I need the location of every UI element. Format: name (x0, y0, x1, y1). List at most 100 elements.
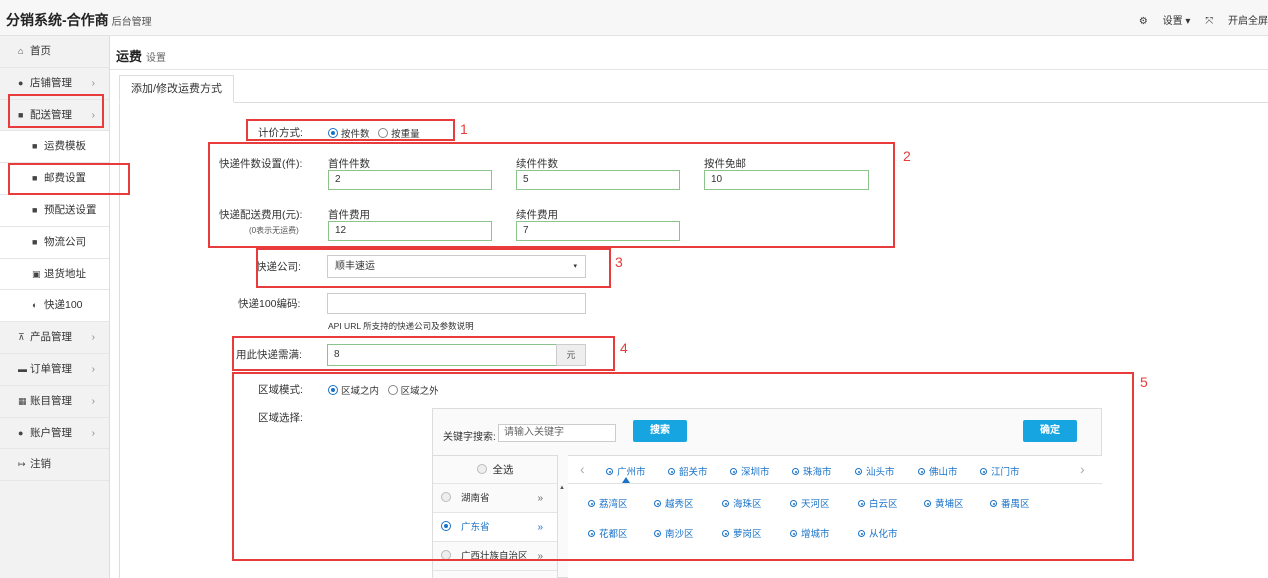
kd100-help-link[interactable]: API URL 所支持的快递公司及参数说明 (328, 320, 474, 332)
cart-icon: ⊼ (18, 332, 25, 343)
city-tab[interactable]: 汕头市 (855, 464, 895, 478)
radio-checked-icon (328, 385, 338, 395)
fullscreen-toggle[interactable]: ⤧ 开启全屏 (1205, 16, 1268, 27)
globe-icon: ◐ (32, 300, 38, 311)
radio-checked-icon (918, 468, 925, 475)
district-option[interactable]: 番禺区 (990, 496, 1030, 510)
sidebar-item-label: 物流公司 (44, 235, 86, 248)
district-option[interactable]: 越秀区 (654, 496, 694, 510)
sidebar-item-shop[interactable]: ● 店铺管理 › (0, 68, 109, 100)
city-tab[interactable]: 深圳市 (730, 464, 770, 478)
province-list: 全选 湖南省 » 广东省 » 广西壮族自治区 » (433, 455, 558, 578)
city-tab[interactable]: 珠海市 (792, 464, 832, 478)
double-chevron-right-icon: » (537, 551, 543, 562)
annotation-number-1: 1 (460, 121, 468, 137)
page-subtitle: 设置 (146, 53, 167, 64)
sidebar-item-accounts[interactable]: ▦ 账目管理 › (0, 386, 109, 418)
city-district-panel: ‹ 广州市 韶关市 深圳市 珠海市 汕头市 佛山市 江门市 › 荔湾区 越秀区 … (568, 455, 1102, 578)
keyword-search-input[interactable]: 请输入关键字 (498, 424, 616, 442)
region-mode-outside[interactable]: 区域之外 (387, 385, 439, 397)
district-option[interactable]: 天河区 (790, 496, 830, 510)
settings-menu[interactable]: ⚙ 设置 ▾ (1139, 16, 1191, 27)
caret-down-icon: ▾ (573, 263, 577, 270)
region-mode-inside[interactable]: 区域之内 (328, 385, 379, 397)
district-option[interactable]: 黄埔区 (924, 496, 964, 510)
sidebar-item-orders[interactable]: ▬ 订单管理 › (0, 354, 109, 386)
district-option[interactable]: 南沙区 (654, 526, 694, 540)
sidebar-item-return-address[interactable]: ▣ 退货地址 (0, 258, 109, 291)
radio-checked-icon (722, 530, 729, 537)
district-name: 白云区 (869, 499, 898, 510)
extra-fee-input[interactable]: 7 (516, 221, 680, 241)
district-option[interactable]: 从化市 (858, 526, 898, 540)
radio-checked-icon (855, 468, 862, 475)
sidebar-item-label: 快递100 (44, 299, 83, 312)
tab-add-edit-freight[interactable]: 添加/修改运费方式 (119, 75, 234, 103)
pricing-option-label: 按件数 (341, 129, 370, 140)
list-item[interactable]: 湖南省 » (433, 484, 557, 513)
min-amount-input[interactable]: 8 (327, 344, 557, 366)
district-option[interactable]: 花都区 (588, 526, 628, 540)
search-button[interactable]: 搜索 (633, 420, 687, 442)
district-option[interactable]: 白云区 (858, 496, 898, 510)
fee-note: (0表示无运费) (249, 226, 299, 235)
first-fee-input[interactable]: 12 (328, 221, 492, 241)
city-tab[interactable]: 韶关市 (668, 464, 708, 478)
sidebar-item-kd100[interactable]: ◐ 快递100 (0, 290, 109, 323)
sidebar-item-logout[interactable]: ↦ 注销 (0, 449, 109, 482)
sidebar-item-delivery[interactable]: ■ 配送管理 › (0, 100, 109, 132)
radio-checked-icon (654, 500, 661, 507)
district-name: 增城市 (801, 529, 830, 540)
sidebar-item-label: 运费模板 (44, 140, 86, 153)
sidebar-item-account-manage[interactable]: ● 账户管理 › (0, 418, 109, 450)
pricing-option-weight[interactable]: 按重量 (378, 128, 420, 140)
free-shipping-input[interactable]: 10 (704, 170, 869, 190)
page-header: 运费 设置 (110, 36, 1268, 70)
list-item[interactable]: 广西壮族自治区 » (433, 542, 557, 571)
keyword-search-label: 关键字搜索: (443, 432, 496, 443)
sidebar-item-label: 退货地址 (44, 267, 86, 280)
radio-checked-icon (654, 530, 661, 537)
pricing-option-count[interactable]: 按件数 (328, 128, 370, 140)
truck-icon: ■ (32, 204, 38, 215)
chevron-left-icon[interactable]: ‹ (580, 461, 585, 477)
city-tab[interactable]: 广州市 (606, 464, 646, 478)
fee-settings-label: 快递配送费用(元): (219, 209, 303, 221)
sidebar-item-logistics[interactable]: ■ 物流公司 (0, 226, 109, 259)
sidebar-item-home[interactable]: ⌂ 首页 (0, 36, 109, 68)
sidebar-item-label: 首页 (30, 45, 51, 57)
district-option[interactable]: 增城市 (790, 526, 830, 540)
region-picker: 关键字搜索: 请输入关键字 搜索 确定 全选 湖南省 » 广东省 » 广西壮族自治区… (432, 408, 1102, 578)
district-option[interactable]: 海珠区 (722, 496, 762, 510)
city-tab[interactable]: 佛山市 (918, 464, 958, 478)
city-tab[interactable]: 江门市 (980, 464, 1020, 478)
scroll-up-icon[interactable]: ▲ (559, 485, 565, 499)
sidebar-item-freight-template[interactable]: ■ 运费模板 (0, 131, 109, 164)
district-name: 天河区 (801, 499, 830, 510)
district-option[interactable]: 荔湾区 (588, 496, 628, 510)
pricing-radio-group: 按件数 按重量 (328, 126, 426, 140)
radio-checked-icon (990, 500, 997, 507)
annotation-number-5: 5 (1140, 374, 1148, 390)
chevron-right-icon[interactable]: › (1080, 461, 1085, 477)
district-option[interactable]: 萝岗区 (722, 526, 762, 540)
radio-checked-icon (790, 530, 797, 537)
region-mode-option-label: 区域之外 (400, 386, 439, 397)
active-indicator (622, 477, 630, 483)
district-name: 萝岗区 (733, 529, 762, 540)
list-item[interactable]: 广东省 » (433, 513, 557, 542)
district-name: 海珠区 (733, 499, 762, 510)
radio-checked-icon (328, 128, 338, 138)
select-all-option[interactable]: 全选 (433, 456, 557, 484)
first-fee-label: 首件费用 (328, 209, 370, 221)
city-name: 佛山市 (929, 467, 958, 478)
confirm-button[interactable]: 确定 (1023, 420, 1077, 442)
sidebar-item-products[interactable]: ⊼ 产品管理 › (0, 322, 109, 354)
fullscreen-label: 开启全屏 (1228, 16, 1268, 27)
extra-count-input[interactable]: 5 (516, 170, 680, 190)
first-count-input[interactable]: 2 (328, 170, 492, 190)
sidebar-item-pre-delivery[interactable]: ■ 预配送设置 (0, 194, 109, 227)
sidebar-item-postage-settings[interactable]: ■ 邮费设置 (0, 163, 109, 195)
company-select[interactable]: 顺丰速运 ▾ (327, 255, 586, 278)
kd100-input[interactable] (327, 293, 586, 314)
